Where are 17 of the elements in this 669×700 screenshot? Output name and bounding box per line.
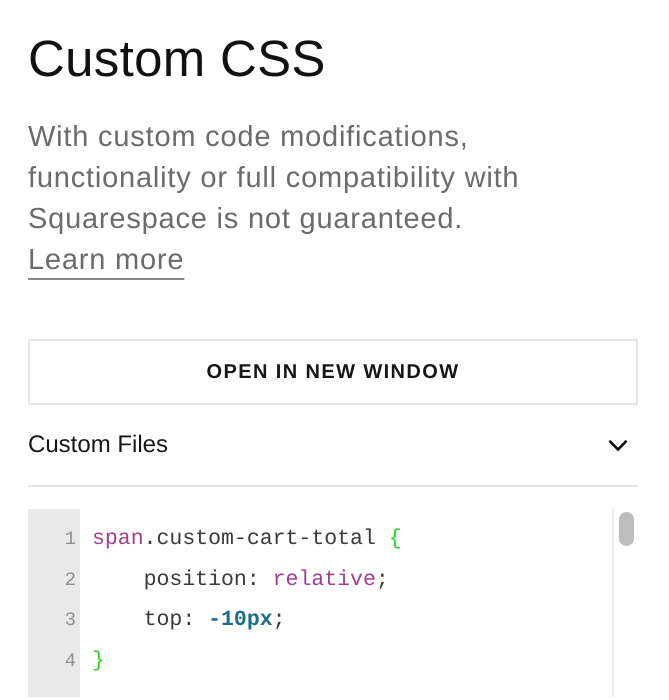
code-line: span.custom-cart-total { — [92, 526, 403, 553]
page-title: Custom CSS — [28, 29, 327, 89]
custom-files-row[interactable]: Custom Files — [28, 405, 638, 487]
scrollbar-thumb[interactable] — [619, 512, 634, 546]
line-number: 4 — [64, 648, 77, 674]
line-number: 2 — [64, 568, 77, 592]
line-number: 1 — [64, 527, 77, 552]
description-text: With custom code modifications, functionality or full compatibility with Squarespace is not guaranteed. Learn more — [28, 120, 520, 278]
learn-more-link[interactable]: Learn more — [28, 244, 184, 276]
code-line: position: relative; — [142, 566, 390, 594]
code-editor[interactable]: 1 2 3 4 span.custom-cart-total { position: relative; top: -10px; } — [28, 509, 640, 697]
code-line: top: -10px; — [142, 607, 287, 634]
code-line: } — [92, 648, 106, 674]
chevron-icon — [608, 438, 628, 452]
line-number: 3 — [64, 608, 77, 633]
section-label: Custom Files — [28, 430, 168, 460]
open-in-new-window-button[interactable]: OPEN IN NEW WINDOW — [28, 339, 638, 405]
